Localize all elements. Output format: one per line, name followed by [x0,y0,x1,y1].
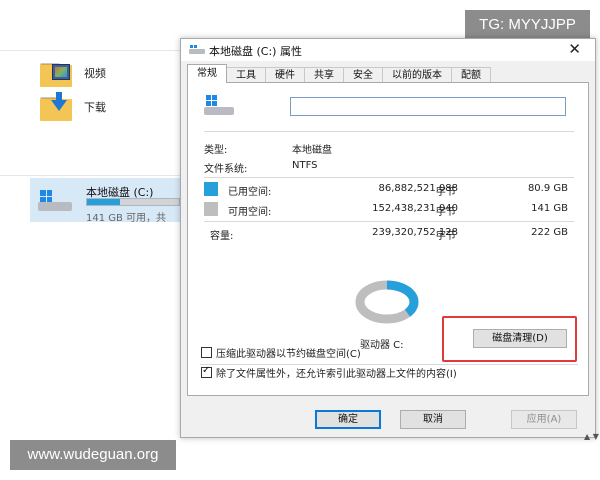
folder-label: 视频 [84,67,106,80]
tab-quota[interactable]: 配额 [451,67,491,83]
cancel-button[interactable]: 取消 [400,410,466,429]
drive-free-text: 141 GB 可用，共 [86,213,167,224]
compress-label: 压缩此驱动器以节约磁盘空间(C) [216,349,361,360]
used-space-unit: 字节 [436,187,456,198]
ok-button[interactable]: 确定 [315,410,381,429]
tab-strip: 常规 工具 硬件 共享 安全 以前的版本 配额 [187,64,491,83]
drive-properties-dialog: 本地磁盘 (C:) 属性 ✕ 常规 工具 硬件 共享 安全 以前的版本 配额 类… [180,38,596,438]
download-folder-icon [40,92,74,122]
drive-caption: 驱动器 C: [360,340,404,351]
apply-button[interactable]: 应用(A) [511,410,577,429]
divider [0,175,190,176]
drive-icon [204,95,236,117]
scroll-arrows: ▲ ▼ [584,432,599,441]
index-contents-option[interactable]: 除了文件属性外，还允许索引此驱动器上文件的内容(I) [201,365,457,380]
tab-general[interactable]: 常规 [187,64,227,83]
free-space-unit: 字节 [436,207,456,218]
used-space-swatch [204,182,218,196]
drive-tile-c[interactable]: 本地磁盘 (C:) 141 GB 可用，共 [30,178,182,224]
free-space-gb: 141 GB [531,203,568,214]
used-space-gb: 80.9 GB [527,183,568,194]
tab-hardware[interactable]: 硬件 [265,67,305,83]
dialog-titlebar[interactable]: 本地磁盘 (C:) 属性 ✕ [181,39,595,61]
folder-item-videos[interactable]: 视频 [40,58,106,88]
type-label: 类型: [204,145,228,156]
tab-previous-versions[interactable]: 以前的版本 [382,67,452,83]
capacity-gb: 222 GB [531,227,568,238]
index-checkbox[interactable] [201,365,212,378]
highlight-annotation [442,316,577,362]
drive-icon [189,45,205,54]
capacity-unit: 字节 [436,231,456,242]
compress-checkbox[interactable] [201,347,212,358]
tab-sharing[interactable]: 共享 [304,67,344,83]
tab-tools[interactable]: 工具 [226,67,266,83]
divider [204,131,574,132]
divider [204,221,574,222]
watermark-bottom-left: www.wudeguan.org [10,440,176,470]
dialog-title: 本地磁盘 (C:) 属性 [209,45,302,58]
folder-item-downloads[interactable]: 下载 [40,92,106,122]
file-system-value: NTFS [292,160,318,171]
file-explorer-background: 视频 下载 [0,50,190,430]
disk-usage-donut [355,280,419,324]
drive-usage-bar [86,198,180,206]
folder-label: 下载 [84,101,106,114]
video-folder-icon [40,58,74,88]
close-icon[interactable]: ✕ [568,40,581,58]
file-system-label: 文件系统: [204,164,248,175]
free-space-label: 可用空间: [228,207,272,218]
compress-drive-option[interactable]: 压缩此驱动器以节约磁盘空间(C) [201,345,361,360]
donut-used-arc [386,280,419,317]
type-value: 本地磁盘 [292,145,332,156]
used-space-label: 已用空间: [228,187,272,198]
watermark-top-right: TG: MYYJJPP [465,10,590,40]
drive-usage-fill [87,199,121,205]
drive-icon [38,188,72,212]
drive-name-input[interactable] [290,97,566,116]
divider [0,50,190,51]
free-space-swatch [204,202,218,216]
divider [204,177,574,178]
index-label: 除了文件属性外，还允许索引此驱动器上文件的内容(I) [216,369,457,380]
tab-security[interactable]: 安全 [343,67,383,83]
capacity-label: 容量: [210,231,234,242]
